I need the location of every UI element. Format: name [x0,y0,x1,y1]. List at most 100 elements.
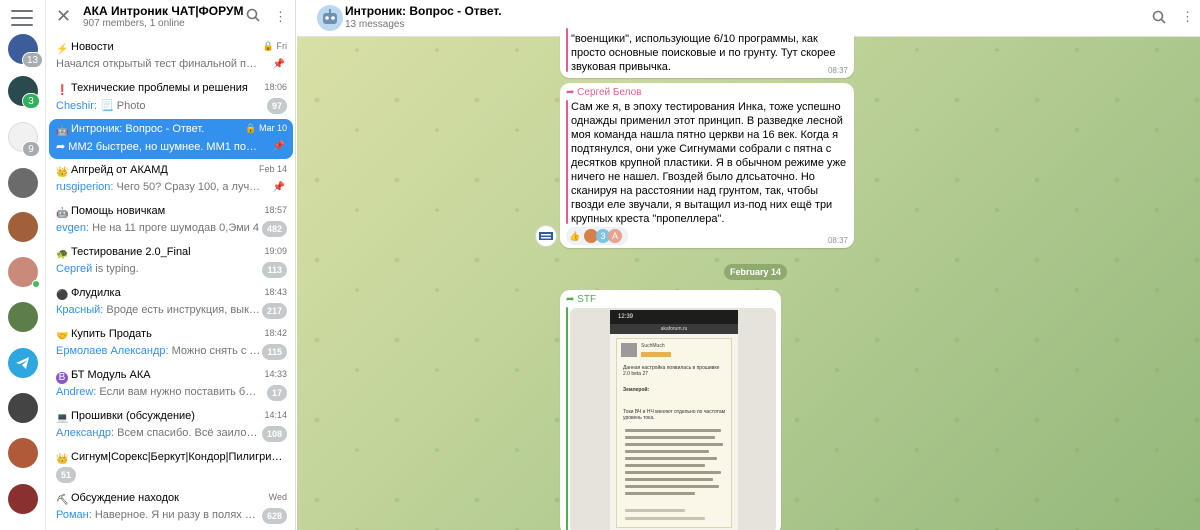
more-vertical-icon[interactable]: ⋮ [1181,9,1194,25]
sender-avatar[interactable] [535,225,557,247]
sender-name: Александр: [56,427,115,439]
topic-name: Интроник: Вопрос - Ответ. [71,123,205,135]
rail-avatar-9[interactable] [8,393,38,423]
rail-avatar-10[interactable] [8,438,38,468]
topic-name: Тестирование 2.0_Final [71,246,191,258]
unread-badge: 115 [262,344,287,360]
unread-badge: 108 [261,426,287,442]
turtle-icon: 🐢 [56,249,69,260]
topic-item-news[interactable]: ⚡ Новости Начался открытый тест финальной… [49,37,293,77]
author-name: STF [577,294,597,305]
topic-preview: Чего 50? Сразу 100, а лучше 150 [116,181,261,193]
chat-subtitle: 13 messages [345,19,405,30]
topic-time: 18:42 [264,328,287,338]
phone-url-bar: akaforum.ru [610,324,738,334]
robot-avatar-icon[interactable] [317,5,343,31]
topic-item-upgrade[interactable]: 👑 Апгрейд от АКАМД rusgiperion: Чего 50? … [49,160,293,200]
ball-icon: ⚫ [56,290,69,301]
topic-item-buysell[interactable]: 🤝 Купить Продать Ермолаев Александр: Можн… [49,324,293,364]
forward-icon: ➦ [566,87,578,98]
text-line [625,464,705,467]
group-title: АКА Интроник ЧАТ|ФОРУМ [83,4,244,18]
phone-status-bar: 12:39 [610,310,738,324]
text-line [625,436,715,439]
topic-preview: Если вам нужно поставить больш... [99,386,261,398]
chat-title[interactable]: Интроник: Вопрос - Ответ. [345,4,502,18]
text-line [625,517,705,520]
topic-name: Прошивки (обсуждение) [71,410,195,422]
more-vertical-icon[interactable]: ⋮ [274,9,287,25]
forum-avatar [621,343,637,357]
chat-view: Интроник: Вопрос - Ответ. 13 messages ⋮ … [297,0,1200,530]
reaction-avatar: А [608,229,622,243]
mute-icon: 🔒 [262,41,277,51]
topic-name: Купить Продать [71,328,152,340]
rail-badge: 3 [22,93,40,109]
close-icon[interactable]: ✕ [56,6,71,27]
message-bubble[interactable]: ➦ STF 12:39 akaforum.ru SuchMuch Данная … [560,290,781,530]
sender-name: Роман: [56,509,92,521]
message-bubble[interactable]: "военщики", использующие 6/10 программы,… [560,28,854,78]
topic-time: 14:14 [264,410,287,420]
unread-badge: 482 [261,221,287,237]
forwarded-author: ➦ Сергей Белов [566,87,641,98]
crown-icon: 👑 [56,454,69,465]
rail-avatar-5[interactable] [8,212,38,242]
rail-avatar-4[interactable] [8,168,38,198]
rail-avatar-11[interactable] [8,484,38,514]
search-icon[interactable] [246,8,260,25]
text-line [625,492,695,495]
topic-preview: Всем спасибо. Всё заилось... [117,427,261,439]
robot-icon: 🤖 [56,208,69,219]
telegram-icon[interactable] [8,348,38,378]
topic-item-newbies[interactable]: 🤖 Помощь новичкам evgen: Не на 11 проге ш… [49,201,293,241]
rail-avatar-7[interactable] [8,302,38,332]
text-line [625,485,719,488]
topic-item-qa[interactable]: 🤖 Интроник: Вопрос - Ответ. ➦ MM2 быстрее… [49,119,293,159]
topic-item-testing[interactable]: 🐢 Тестирование 2.0_Final Сергей is typing… [49,242,293,282]
topic-item-flood[interactable]: ⚫ Флудилка Красный: Вроде есть инструкция… [49,283,293,323]
topic-item-tech[interactable]: ❗ Технические проблемы и решения Cheshir:… [49,78,293,118]
topic-name: Апгрейд от АКАМД [71,164,168,176]
reactions-bar[interactable]: 👍 3 А [566,227,628,245]
topic-item-bt-module[interactable]: B БТ Модуль АКА Andrew: Если вам нужно по… [49,365,293,405]
hamburger-menu-icon[interactable] [11,10,33,26]
sender-name: Cheshir: [56,100,97,112]
topic-item-signum[interactable]: 👑 Сигнум|Сорекс|Беркут|Кондор|Пилигримм 5… [49,447,293,487]
topic-time: 14:33 [264,369,287,379]
forum-post-heading: Землерой: [623,387,650,393]
sender-name: Andrew: [56,386,97,398]
author-name: Сергей Белов [577,87,642,98]
topic-name: Обсуждение находок [71,492,179,504]
shovel-icon: ⛏ [56,495,69,506]
forward-icon: ➦ [56,141,69,153]
crown-icon: 👑 [56,167,69,178]
topic-preview: Не на 11 проге шумодав 0,Эми 4 [92,222,259,234]
group-subtitle: 907 members, 1 online [83,18,185,29]
pin-icon: 📌 [272,59,285,70]
photo-attachment[interactable]: 12:39 akaforum.ru SuchMuch Данная настро… [570,308,776,530]
topic-time: Mar 10 [258,123,287,133]
search-icon[interactable] [1152,10,1166,27]
mute-icon: 🔒 [245,123,259,133]
topic-time: Feb 14 [258,164,287,174]
topic-time: 18:43 [264,287,287,297]
topic-preview: MM2 быстрее, но шумнее. MM1 помедле... [68,141,261,153]
pin-icon: 📌 [272,182,285,193]
topic-item-finds[interactable]: ⛏ Обсуждение находок Роман: Наверное. Я н… [49,488,293,528]
unread-badge: 17 [266,385,287,401]
date-divider: February 14 [724,264,788,280]
sender-name: evgen: [56,222,90,234]
sender-name: Красный: [56,304,104,316]
topic-preview: 📃 Photo [100,100,146,112]
thumbs-up-icon[interactable]: 👍 [568,229,582,243]
lightning-icon: ⚡ [56,44,69,55]
topic-item-firmware[interactable]: 💻 Прошивки (обсуждение) Александр: Всем с… [49,406,293,446]
typing-status: is typing. [95,263,139,275]
unread-badge: 217 [261,303,287,319]
text-line [625,471,721,474]
message-bubble[interactable]: ➦ Сергей Белов Сам же я, в эпоху тестиро… [560,83,854,248]
message-time: 08:37 [827,66,848,75]
sender-name: Ермолаев Александр: [56,345,169,357]
forwarded-author: ➦ STF [566,294,596,305]
